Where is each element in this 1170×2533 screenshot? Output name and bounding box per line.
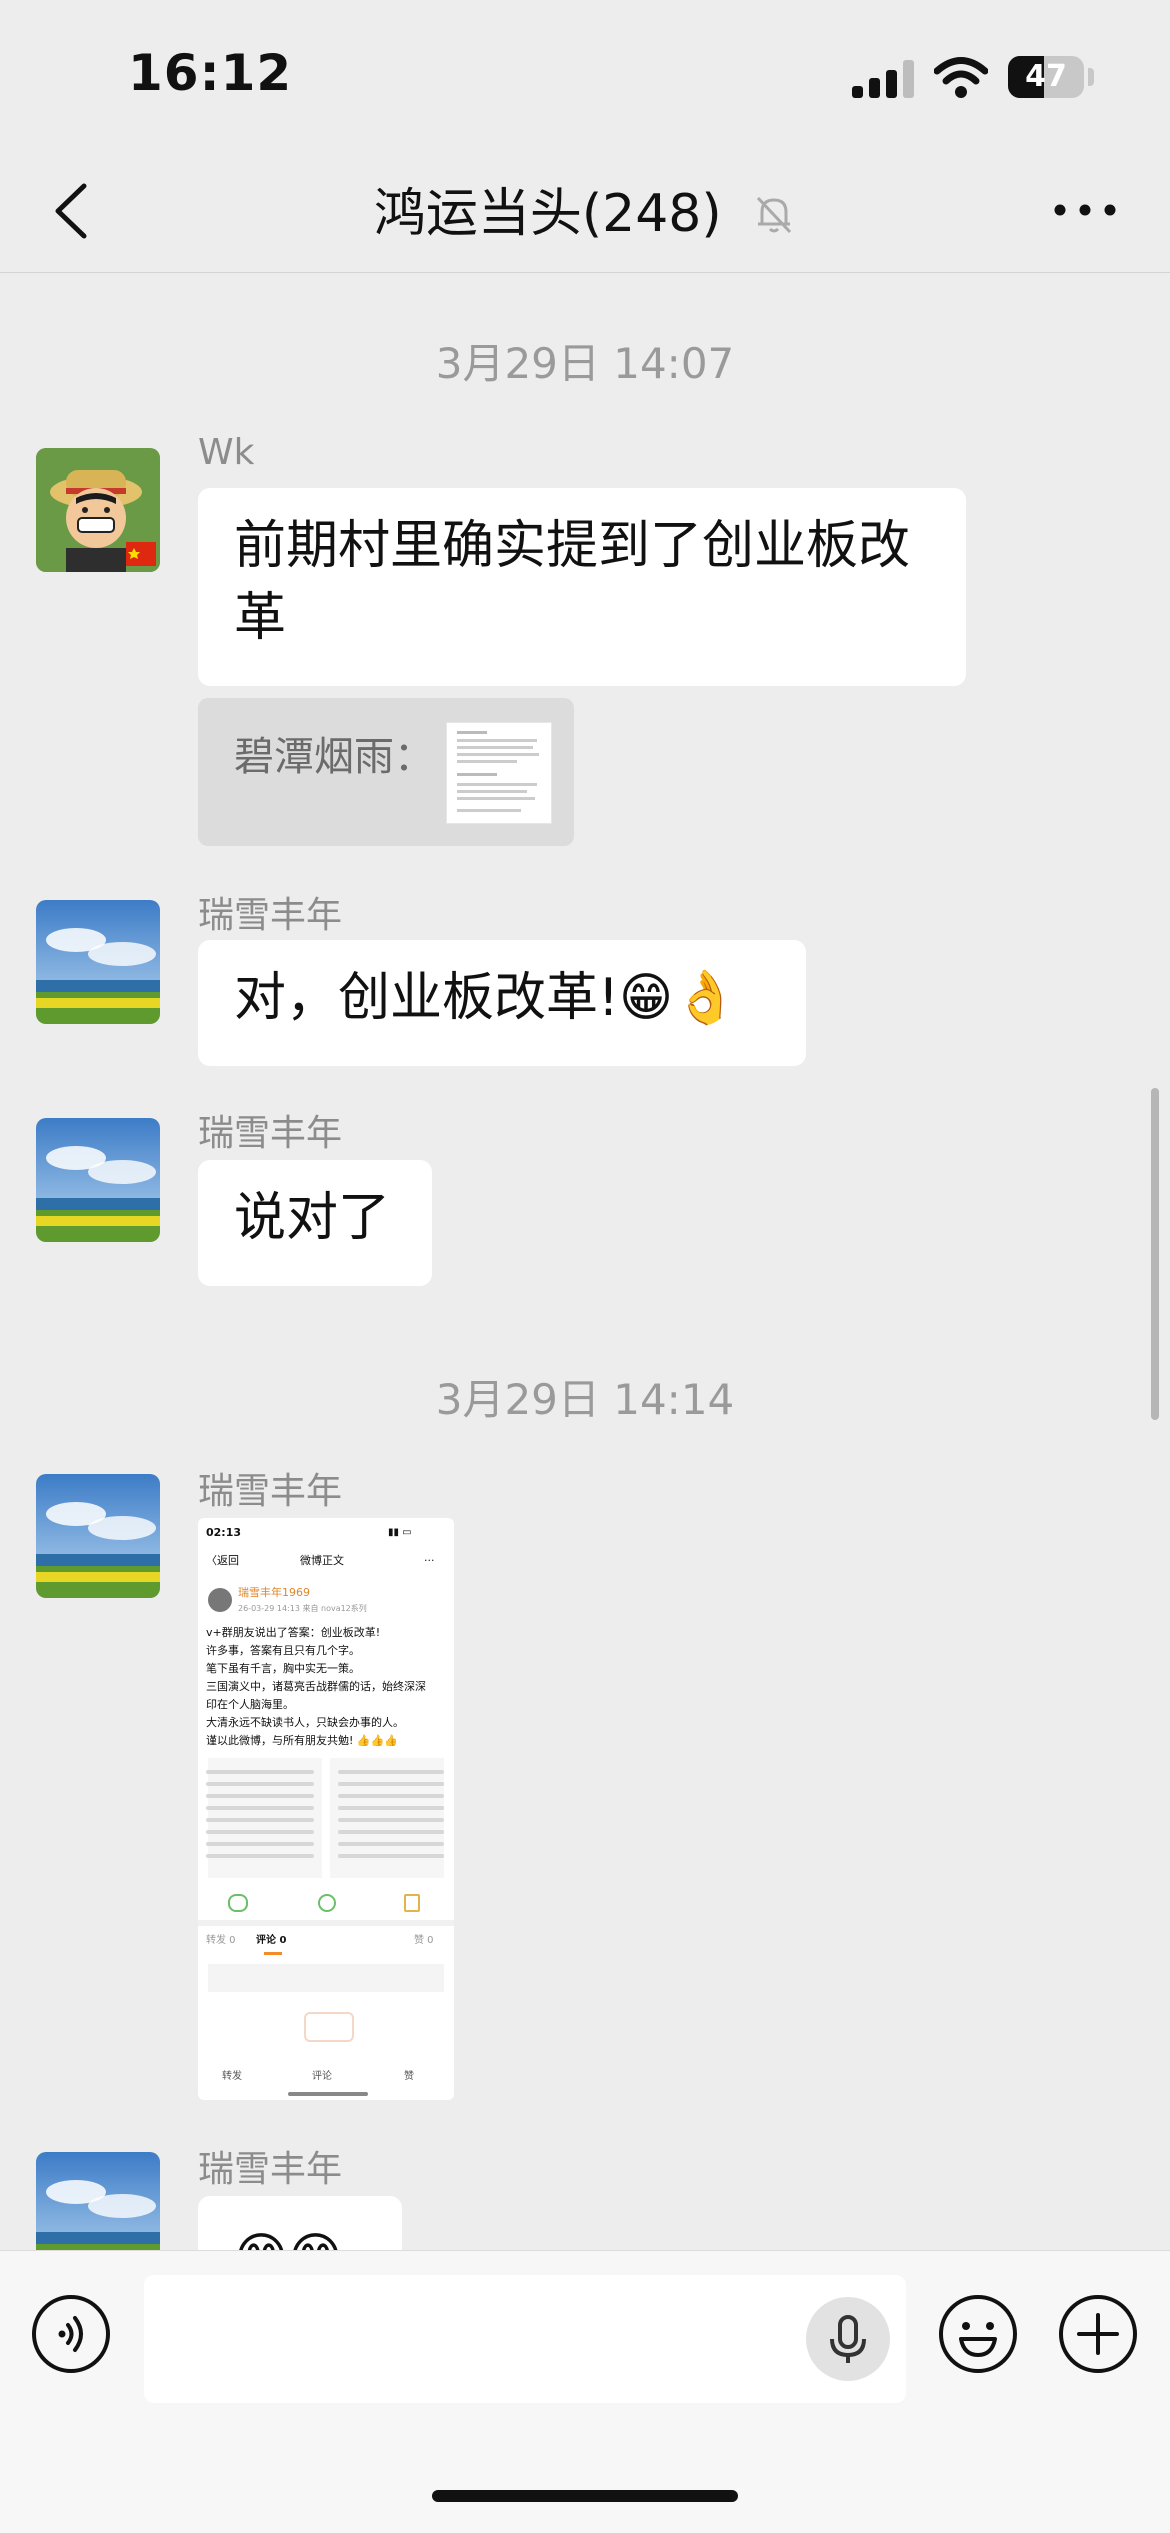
member-count: (248) xyxy=(581,184,722,244)
message-timestamp: 3月29日 14:14 xyxy=(435,1375,735,1424)
muted-bell-icon xyxy=(757,196,792,234)
preview-avatar xyxy=(208,1588,232,1612)
preview-line: v+群朋友说出了答案：创业板改革! xyxy=(206,1626,381,1639)
document-thumbnail-icon xyxy=(457,731,539,812)
avatar-wk[interactable] xyxy=(36,448,160,572)
preview-action: 赞 xyxy=(404,2071,414,2082)
preview-battery-icon: ▮▮ ▭ xyxy=(388,1527,412,1538)
preview-line: 谨以此微博，与所有朋友共勉! 👍👍👍 xyxy=(206,1734,398,1747)
sender-name: 瑞雪丰年 xyxy=(198,895,343,936)
landscape-avatar-icon xyxy=(36,1118,160,1242)
message-input[interactable] xyxy=(144,2275,906,2403)
cartoon-avatar-icon xyxy=(36,448,160,572)
landscape-avatar-icon xyxy=(36,2152,160,2250)
chat-title: 鸿运当头(248) xyxy=(0,176,1170,249)
message-timestamp: 3月29日 14:07 xyxy=(435,339,735,388)
preview-author: 瑞雪丰年1969 xyxy=(238,1586,310,1599)
quoted-message[interactable]: 碧潭烟雨： xyxy=(198,698,574,846)
sender-name: 瑞雪丰年 xyxy=(198,1113,343,1154)
preview-wechat-icon xyxy=(228,1894,248,1912)
preview-line: 笔下虽有千言，胸中实无一策。 xyxy=(206,1662,360,1675)
preview-divider xyxy=(198,1920,454,1926)
preview-moments-icon xyxy=(318,1894,336,1912)
scrollbar[interactable] xyxy=(1151,1088,1159,1420)
status-bar: 16:12 47 xyxy=(0,0,1170,150)
message-bubble[interactable]: 前期村里确实提到了创业板改 革 xyxy=(198,488,966,686)
preview-line: 大清永远不缺读书人，只缺会办事的人。 xyxy=(206,1716,404,1729)
microphone-icon xyxy=(830,2315,866,2363)
message-bubble[interactable]: 对，创业板改革!😁👌 xyxy=(198,940,806,1066)
preview-line: 三国演义中，诸葛亮舌战群儒的话，始终深深 xyxy=(206,1680,426,1693)
sender-name: 瑞雪丰年 xyxy=(198,1471,343,1512)
preview-tab: 赞 0 xyxy=(414,1935,434,1946)
preview-home-indicator xyxy=(288,2092,368,2096)
landscape-avatar-icon xyxy=(36,900,160,1024)
preview-share-icon xyxy=(404,1894,420,1912)
preview-notice xyxy=(208,1964,444,1992)
group-name: 鸿运当头 xyxy=(373,184,582,244)
preview-line: 印在个人脑海里。 xyxy=(206,1698,294,1711)
battery-tip xyxy=(1088,68,1094,86)
voice-mode-button[interactable] xyxy=(30,2293,112,2375)
message-bubble[interactable]: 说对了 xyxy=(198,1160,432,1286)
chat-header: 鸿运当头(248) xyxy=(0,150,1170,273)
preview-meta: 26-03-29 14:13 来自 nova12系列 xyxy=(238,1604,367,1613)
cellular-signal-icon xyxy=(852,60,914,98)
emoji-button[interactable] xyxy=(937,2293,1019,2375)
sender-name: Wk xyxy=(198,432,255,473)
preview-tab-indicator xyxy=(264,1952,282,1955)
avatar-ruixue[interactable] xyxy=(36,1118,160,1242)
avatar-ruixue[interactable] xyxy=(36,1474,160,1598)
battery-percent: 47 xyxy=(1025,59,1067,94)
preview-empty-icon xyxy=(304,2012,354,2042)
preview-line: 许多事，答案有且只有几个字。 xyxy=(206,1644,360,1657)
avatar-ruixue[interactable] xyxy=(36,2152,160,2250)
image-message[interactable]: 02:13 ▮▮ ▭ 〈返回 微博正文 ··· 瑞雪丰年1969 26-03-2… xyxy=(198,1518,454,2100)
landscape-avatar-icon xyxy=(36,1474,160,1598)
sender-name: 瑞雪丰年 xyxy=(198,2149,343,2190)
wifi-icon xyxy=(934,57,988,98)
status-time: 16:12 xyxy=(128,44,293,102)
avatar-ruixue[interactable] xyxy=(36,900,160,1024)
home-indicator xyxy=(432,2490,738,2502)
battery-icon: 47 xyxy=(1008,56,1084,98)
voice-input-button[interactable] xyxy=(806,2297,890,2381)
preview-more-icon: ··· xyxy=(424,1554,435,1567)
quote-sender: 碧潭烟雨： xyxy=(234,734,434,780)
quoted-image-thumbnail[interactable] xyxy=(446,722,552,824)
message-bubble[interactable]: 😁😁 xyxy=(198,2196,402,2250)
more-options-button[interactable] xyxy=(1050,190,1120,230)
add-attachment-button[interactable] xyxy=(1057,2293,1139,2375)
